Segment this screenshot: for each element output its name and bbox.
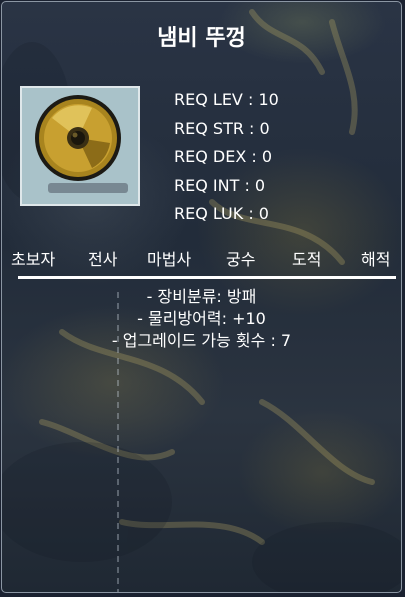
job-magician: 마법사 xyxy=(147,250,192,269)
job-warrior: 전사 xyxy=(88,250,118,269)
desc-upgrades: - 업그레이드 가능 횟수 : 7 xyxy=(111,331,292,350)
job-beginner: 초보자 xyxy=(11,250,56,269)
item-icon-shadow xyxy=(48,183,128,193)
item-tooltip: 냄비 뚜껑 REQ LEV : 10 REQ STR : 0 REQ DEX :… xyxy=(1,1,402,593)
item-icon-frame xyxy=(20,86,140,206)
requirements-list: REQ LEV : 10 REQ STR : 0 REQ DEX : 0 REQ… xyxy=(174,86,279,229)
desc-defense: - 물리방어력: +10 xyxy=(137,309,266,328)
req-int: REQ INT : 0 xyxy=(174,175,266,195)
job-thief: 도적 xyxy=(292,250,322,269)
item-name: 냄비 뚜껑 xyxy=(157,26,246,51)
req-dex: REQ DEX : 0 xyxy=(174,147,273,166)
job-bowman: 궁수 xyxy=(226,250,256,269)
job-pirate: 해적 xyxy=(361,250,391,269)
desc-category: - 장비분류: 방패 xyxy=(146,287,257,306)
job-requirements: 초보자 전사 마법사 궁수 도적 해적 xyxy=(2,246,401,270)
req-luk: REQ LUK : 0 xyxy=(174,204,269,223)
req-level: REQ LEV : 10 xyxy=(174,90,279,109)
req-str: REQ STR : 0 xyxy=(174,118,270,138)
divider xyxy=(18,276,396,279)
item-description: - 장비분류: 방패 - 물리방어력: +10 - 업그레이드 가능 횟수 : … xyxy=(2,286,401,352)
